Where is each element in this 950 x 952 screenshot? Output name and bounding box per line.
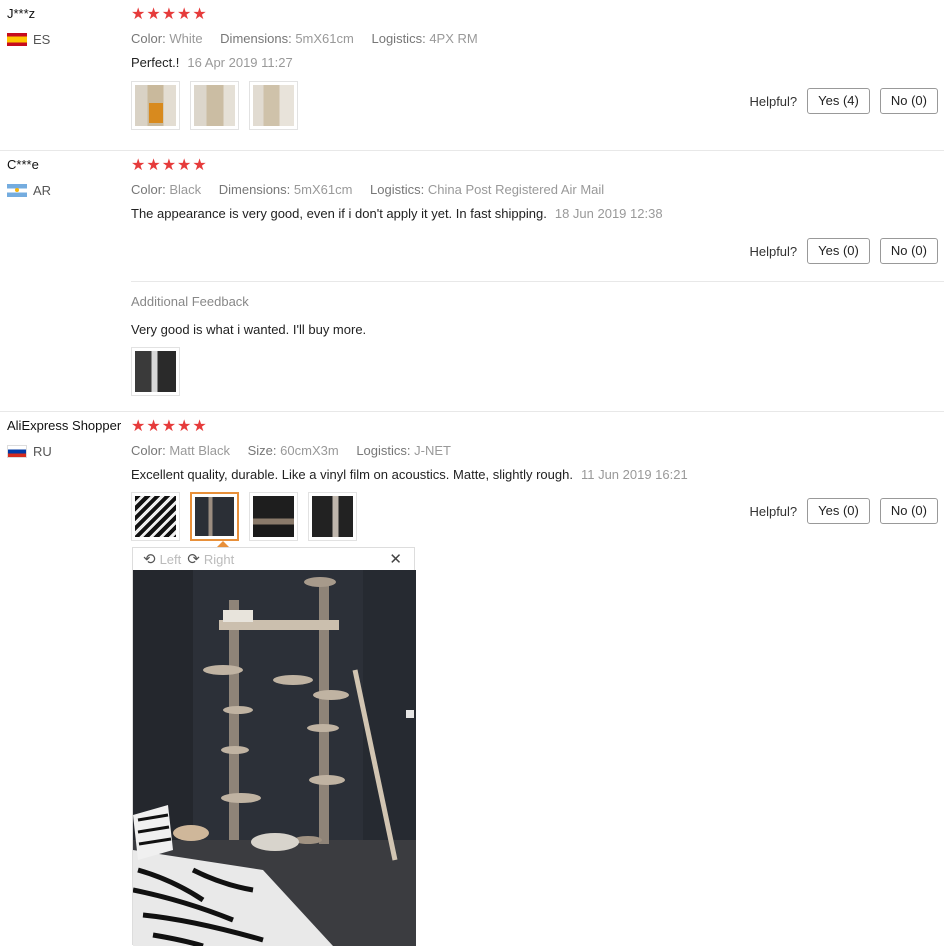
reviewer-name: J***z bbox=[7, 6, 36, 21]
helpful-yes-button[interactable]: Yes (0) bbox=[807, 498, 870, 524]
attr-value: China Post Registered Air Mail bbox=[427, 182, 605, 197]
divider bbox=[131, 281, 944, 282]
helpful-no-button[interactable]: No (0) bbox=[879, 238, 938, 264]
attr-key: Color: bbox=[131, 443, 166, 458]
review-photos bbox=[131, 81, 298, 130]
product-attributes: Color: Matt Black Size: 60cmX3m Logistic… bbox=[131, 443, 465, 458]
attr-value: J-NET bbox=[414, 443, 451, 458]
argentina-flag-icon bbox=[7, 184, 27, 197]
review-text: Perfect.! 16 Apr 2019 11:27 bbox=[131, 55, 293, 70]
attr-value: 5mX61cm bbox=[295, 31, 354, 46]
helpful-label: Helpful? bbox=[749, 243, 798, 259]
review-photos bbox=[131, 347, 180, 396]
feedback-text: The appearance is very good, even if i d… bbox=[131, 206, 547, 221]
review-item: J***z ES ★★★★★ Color: White Dimensions: … bbox=[0, 0, 944, 151]
star-rating: ★★★★★ bbox=[131, 418, 208, 435]
review-photo-thumbnail[interactable] bbox=[131, 347, 180, 396]
russia-flag-icon bbox=[7, 445, 27, 458]
star-rating: ★★★★★ bbox=[131, 6, 208, 23]
attr-key: Color: bbox=[131, 31, 166, 46]
helpful-vote: Helpful? Yes (0) No (0) bbox=[749, 238, 938, 264]
attr-key: Dimensions: bbox=[220, 31, 292, 46]
country-code: ES bbox=[33, 32, 51, 47]
review-date: 16 Apr 2019 11:27 bbox=[187, 55, 293, 70]
reviewer-country: RU bbox=[7, 444, 52, 459]
helpful-no-button[interactable]: No (0) bbox=[879, 498, 938, 524]
photo-viewer-toolbar: ⟲ Left ⟳ Right ✕ bbox=[133, 548, 414, 570]
helpful-yes-button[interactable]: Yes (0) bbox=[807, 238, 870, 264]
rotate-right-label: Right bbox=[203, 551, 235, 567]
review-date: 18 Jun 2019 12:38 bbox=[554, 206, 663, 221]
enlarged-review-photo bbox=[132, 570, 416, 949]
attr-value: Black bbox=[169, 182, 202, 197]
helpful-label: Helpful? bbox=[749, 93, 798, 109]
review-photo-thumbnail[interactable] bbox=[190, 81, 239, 130]
review-photo-thumbnail[interactable] bbox=[308, 492, 357, 541]
rotate-right-button[interactable]: ⟳ Right bbox=[187, 550, 234, 568]
attr-value: Matt Black bbox=[169, 443, 230, 458]
helpful-yes-button[interactable]: Yes (4) bbox=[807, 88, 870, 114]
feedback-text: Perfect.! bbox=[131, 55, 180, 70]
attr-key: Color: bbox=[131, 182, 166, 197]
reviewer-country: ES bbox=[7, 32, 50, 47]
review-photo-thumbnail[interactable] bbox=[131, 492, 180, 541]
additional-feedback-text: Very good is what i wanted. I'll buy mor… bbox=[131, 322, 367, 337]
review-text: Excellent quality, durable. Like a vinyl… bbox=[131, 467, 688, 482]
rotate-left-icon: ⟲ bbox=[143, 551, 156, 568]
close-icon[interactable]: ✕ bbox=[389, 550, 402, 568]
star-rating: ★★★★★ bbox=[131, 157, 208, 174]
rotate-left-button[interactable]: ⟲ Left bbox=[143, 550, 181, 568]
reviewer-country: AR bbox=[7, 183, 51, 198]
attr-key: Dimensions: bbox=[218, 182, 291, 197]
helpful-no-button[interactable]: No (0) bbox=[879, 88, 938, 114]
additional-feedback-title: Additional Feedback bbox=[131, 294, 249, 309]
helpful-label: Helpful? bbox=[749, 503, 798, 519]
feedback-text: Excellent quality, durable. Like a vinyl… bbox=[131, 467, 573, 482]
review-photo-thumbnail[interactable] bbox=[249, 492, 298, 541]
helpful-vote: Helpful? Yes (0) No (0) bbox=[749, 498, 938, 524]
review-text: The appearance is very good, even if i d… bbox=[131, 206, 663, 221]
helpful-vote: Helpful? Yes (4) No (0) bbox=[749, 88, 938, 114]
attr-key: Logistics: bbox=[370, 182, 425, 197]
product-attributes: Color: White Dimensions: 5mX61cm Logisti… bbox=[131, 31, 492, 46]
country-code: AR bbox=[33, 183, 52, 198]
review-photo-thumbnail[interactable] bbox=[249, 81, 298, 130]
rotate-right-icon: ⟳ bbox=[187, 551, 200, 568]
rotate-left-label: Left bbox=[159, 551, 182, 567]
attr-key: Logistics: bbox=[356, 443, 411, 458]
attr-key: Logistics: bbox=[371, 31, 426, 46]
attr-key: Size: bbox=[247, 443, 277, 458]
review-photos bbox=[131, 492, 357, 541]
country-code: RU bbox=[33, 444, 52, 459]
photo-viewer: ⟲ Left ⟳ Right ✕ bbox=[132, 547, 416, 949]
attr-value: 5mX61cm bbox=[293, 182, 353, 197]
spain-flag-icon bbox=[7, 33, 27, 46]
review-item: C***e AR ★★★★★ Color: Black Dimensions: … bbox=[0, 151, 944, 412]
attr-value: 60cmX3m bbox=[280, 443, 339, 458]
attr-value: 4PX RM bbox=[429, 31, 478, 46]
reviewer-name: AliExpress Shopper bbox=[7, 418, 122, 433]
attr-value: White bbox=[169, 31, 203, 46]
product-attributes: Color: Black Dimensions: 5mX61cm Logisti… bbox=[131, 182, 618, 197]
review-date: 11 Jun 2019 16:21 bbox=[580, 467, 688, 482]
reviewer-name: C***e bbox=[7, 157, 39, 172]
review-photo-thumbnail-selected[interactable] bbox=[190, 492, 239, 541]
review-item: AliExpress Shopper RU ★★★★★ Color: Matt … bbox=[0, 412, 944, 952]
review-photo-thumbnail[interactable] bbox=[131, 81, 180, 130]
